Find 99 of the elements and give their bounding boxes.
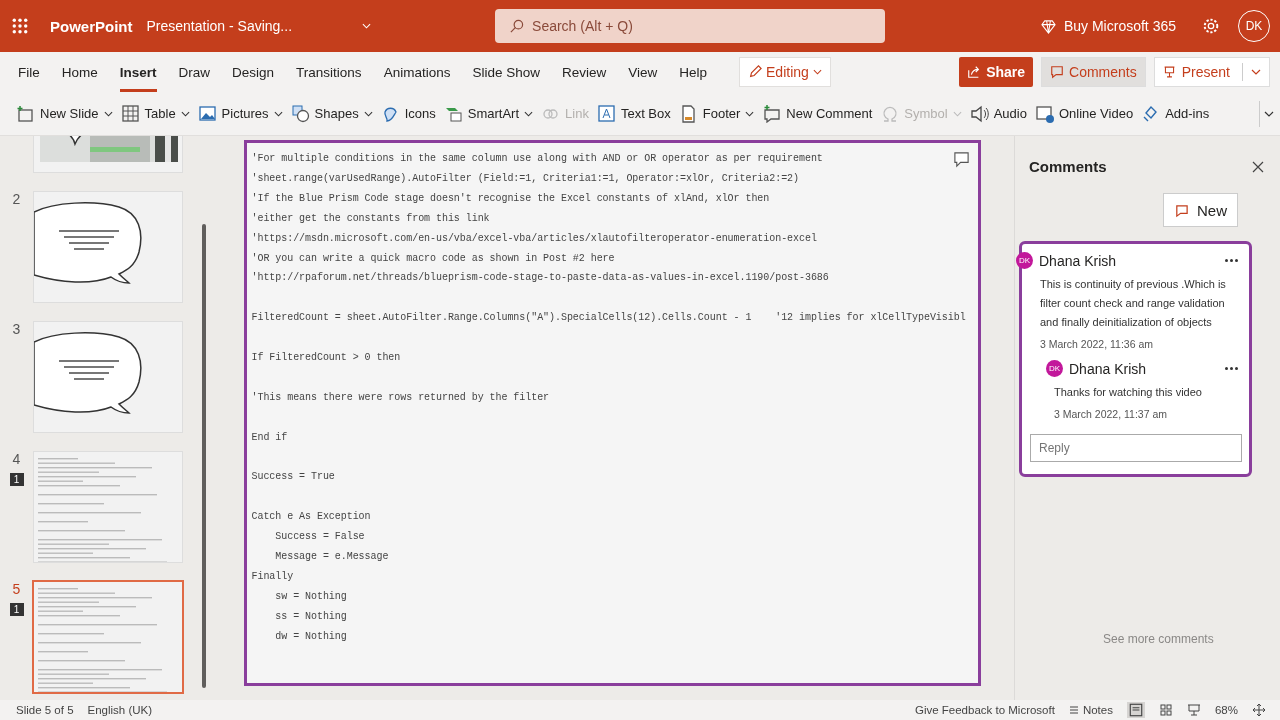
buy-link[interactable]: Buy Microsoft 365: [1063, 18, 1176, 34]
new-slide-icon: [16, 104, 35, 123]
reply-field[interactable]: Reply: [1030, 434, 1242, 462]
code-line: sw = Nothing: [274, 589, 347, 604]
comment-icon[interactable]: [952, 151, 970, 168]
code-line: If FilteredCount > 0 then: [251, 351, 401, 366]
normal-view-icon[interactable]: [1126, 702, 1145, 718]
comment-text: This is continuity of previous .Which is filter count check and range validation and finally deinitialization of objects: [1040, 277, 1227, 330]
omega-icon: [880, 104, 900, 123]
picture-icon: [197, 104, 217, 123]
slide-number: 2: [12, 191, 21, 207]
notes-icon: [1068, 705, 1079, 715]
code-line: Success = False: [274, 530, 365, 545]
slide-thumbnail[interactable]: [32, 580, 184, 694]
ribbon-button[interactable]: Add-ins: [1137, 98, 1214, 129]
pane-title: Comments: [1029, 158, 1107, 175]
comment-text: Thanks for watching this video: [1054, 385, 1203, 400]
ribbon-tab[interactable]: Help: [679, 55, 708, 92]
ribbon-tab[interactable]: Transitions: [296, 55, 362, 92]
share-button[interactable]: Share: [959, 57, 1034, 87]
ribbon-tab[interactable]: View: [628, 55, 658, 92]
code-line: 'either get the constants from this link: [251, 211, 490, 226]
zoom-level[interactable]: 68%: [1214, 704, 1238, 716]
diamond-icon[interactable]: [1040, 18, 1056, 34]
document-title[interactable]: Presentation - Saving...: [146, 18, 293, 34]
slide-number: 4: [12, 451, 21, 467]
feedback-link[interactable]: Give Feedback to Microsoft: [914, 704, 1055, 716]
ribbon-button[interactable]: New Slide: [12, 98, 117, 129]
editing-mode-button[interactable]: Editing: [739, 57, 831, 87]
app-name: PowerPoint: [50, 17, 133, 35]
comments-button[interactable]: Comments: [1041, 57, 1146, 87]
code-line: dw = Nothing: [274, 629, 347, 644]
code-line: 'https://msdn.microsoft.com/en-us/vba/excel-vba/articles/xlautofilteroperator-enumeration-excel: [251, 231, 817, 246]
new-comment-icon: [762, 104, 782, 123]
ribbon-tab[interactable]: Draw: [178, 55, 211, 92]
ribbon-button[interactable]: New Comment: [758, 98, 877, 129]
settings-icon[interactable]: [1202, 17, 1220, 35]
table-icon: [120, 104, 140, 123]
ribbon-tab[interactable]: Review: [561, 55, 607, 92]
ribbon-button[interactable]: Table: [116, 98, 194, 129]
presenter-icon: [1162, 65, 1176, 79]
slide-counter: Slide 5 of 5: [16, 704, 74, 716]
code-line: 'sheet.range(varUsedRange).AutoFilter (Field:=1, Criteria1:=1, Operator:=xlOr, Criteria2:=2): [251, 171, 799, 186]
scrollbar[interactable]: [202, 224, 206, 688]
ribbon-button[interactable]: Text Box: [592, 98, 675, 129]
code-line: FilteredCount = sheet.AutoFilter.Range.Columns("A").SpecialCells(12).Cells.Count - 1 '12 implies for xlCellTypeVisibl: [251, 311, 966, 326]
comment-count-badge[interactable]: 1: [9, 473, 24, 486]
ribbon-tab[interactable]: File: [18, 55, 40, 92]
pencil-icon: [748, 65, 763, 79]
ribbon-button[interactable]: Shapes: [286, 98, 377, 129]
ribbon-tab[interactable]: Home: [61, 55, 98, 92]
ribbon-button[interactable]: Online Video: [1030, 98, 1138, 129]
share-icon: [967, 65, 982, 79]
new-comment-button[interactable]: New: [1163, 193, 1238, 227]
presenter-icon[interactable]: [1186, 703, 1201, 717]
fit-to-window-icon[interactable]: [1252, 703, 1266, 717]
code-line: End if: [251, 430, 288, 445]
code-line: 'http://rpaforum.net/threads/blueprism-code-stage-to-paste-data-as-values-in-excel.1190/post-3686: [251, 271, 829, 286]
comment-time: 3 March 2022, 11:37 am: [1054, 408, 1169, 420]
new-comment-icon: [1174, 202, 1189, 218]
speaker-icon: [969, 104, 989, 123]
app-launcher-icon[interactable]: [12, 18, 28, 34]
slide-number: 5: [12, 581, 21, 597]
caret-icon[interactable]: [1251, 69, 1261, 75]
code-line: 'This means there were rows returned by the filter: [251, 390, 550, 405]
code-line: Finally: [251, 569, 294, 584]
comment-time: 3 March 2022, 11:36 am: [1040, 338, 1155, 350]
search-icon: [509, 19, 525, 34]
ribbon-tab[interactable]: Design: [232, 55, 275, 92]
ribbon-button[interactable]: Audio: [965, 98, 1031, 129]
comment-author: Dhana Krish: [1039, 252, 1118, 269]
user-avatar: DK: [1016, 252, 1033, 269]
text-box-icon: [596, 104, 616, 123]
notes-button[interactable]: Notes: [1068, 704, 1113, 716]
ribbon-button[interactable]: Footer: [674, 98, 759, 129]
language-status[interactable]: English (UK): [87, 704, 153, 716]
code-line: Catch e As Exception: [251, 510, 371, 525]
code-line: 'OR you can write a quick macro code as shown in Post #2 here: [251, 251, 615, 266]
ribbon-tab[interactable]: Slide Show: [472, 55, 540, 92]
shapes-icon: [290, 104, 310, 123]
code-line: Success = True: [251, 470, 335, 485]
comment-icon: [1050, 65, 1065, 79]
ribbon-tab[interactable]: Animations: [383, 55, 451, 92]
code-line: Message = e.Message: [274, 550, 389, 565]
ribbon-button[interactable]: Pictures: [193, 98, 287, 129]
search-field[interactable]: Search (Alt + Q): [495, 9, 886, 43]
user-avatar: DK: [1046, 360, 1063, 377]
ribbon-button[interactable]: Icons: [376, 98, 440, 129]
code-line: 'If the Blue Prism Code stage doesn't recognise the Excel constants of xlAnd, xlOr then: [251, 191, 770, 206]
code-line: ss = Nothing: [274, 609, 347, 624]
comment-count-badge[interactable]: 1: [9, 603, 24, 616]
ribbon-button[interactable]: SmartArt: [439, 98, 538, 129]
grid-view-icon[interactable]: [1158, 703, 1173, 717]
close-icon[interactable]: [1252, 160, 1264, 173]
code-line: 'For multiple conditions in the same column use along with AND or OR operator as per requirement: [251, 152, 823, 166]
caret-icon: [812, 69, 822, 75]
slide-number: 3: [12, 321, 21, 337]
video-icon: [1034, 104, 1054, 123]
comment-author: Dhana Krish: [1069, 360, 1148, 377]
